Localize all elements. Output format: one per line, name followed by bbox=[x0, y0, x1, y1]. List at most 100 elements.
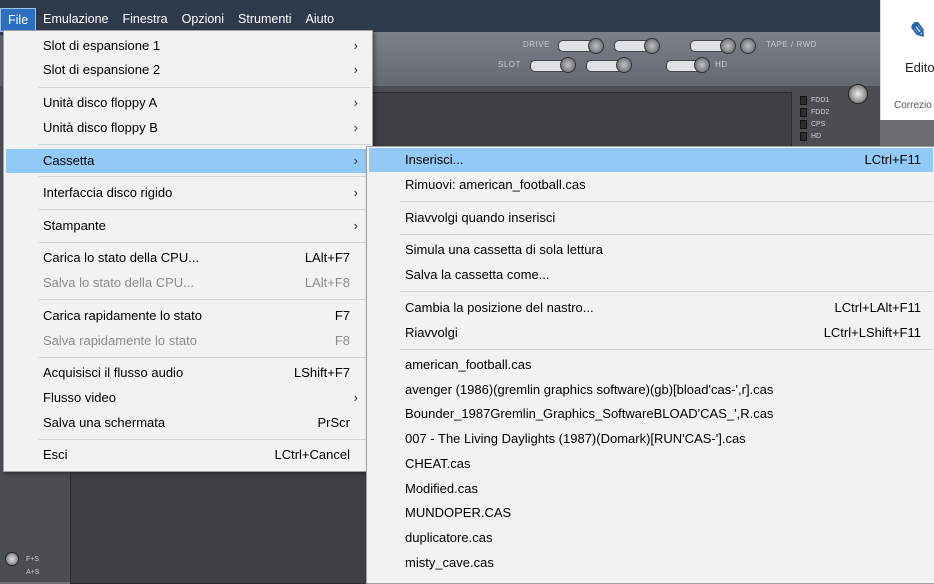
slot-label: SLOT bbox=[498, 60, 521, 69]
menu-item-label: Salva lo stato della CPU... bbox=[43, 275, 195, 290]
drive-b-knob[interactable] bbox=[644, 38, 660, 54]
recent-file-item[interactable]: Bounder_1987Gremlin_Graphics_SoftwareBLO… bbox=[369, 402, 933, 426]
menu-item-read-only[interactable]: Simula una cassetta di sola lettura bbox=[369, 238, 933, 262]
recent-file-item[interactable]: Modified.cas bbox=[369, 477, 933, 501]
menu-item-label: avenger (1986)(gremlin graphics software… bbox=[405, 382, 774, 397]
led-indicator bbox=[800, 107, 807, 117]
chevron-right-icon: › bbox=[353, 62, 358, 77]
menu-item-shortcut: LCtrl+LAlt+F11 bbox=[834, 300, 921, 315]
menu-item-capture-audio[interactable]: Acquisisci il flusso audio LShift+F7 bbox=[6, 361, 370, 385]
menu-separator bbox=[39, 299, 370, 300]
correction-label: Correzio bbox=[894, 100, 932, 111]
menu-item-floppy-b[interactable]: Unità disco floppy B › bbox=[6, 116, 370, 140]
menu-opzioni[interactable]: Opzioni bbox=[175, 8, 231, 30]
menu-item-cassette[interactable]: Cassetta › bbox=[6, 149, 370, 173]
editor-icon[interactable]: ✎ bbox=[907, 18, 925, 44]
menu-item-label: Rimuovi: american_football.cas bbox=[405, 177, 586, 192]
menu-item-remove[interactable]: Rimuovi: american_football.cas bbox=[369, 173, 933, 197]
menu-item-save-cpu-state: Salva lo stato della CPU... LAlt+F8 bbox=[6, 271, 370, 295]
recent-file-item[interactable]: 007 - The Living Daylights (1987)(Domark… bbox=[369, 427, 933, 451]
recent-file-item[interactable]: american_football.cas bbox=[369, 353, 933, 377]
power-knob-icon[interactable] bbox=[848, 84, 868, 104]
menu-item-save-cassette-as[interactable]: Salva la cassetta come... bbox=[369, 263, 933, 287]
menu-separator bbox=[400, 291, 933, 292]
menu-item-label: Esci bbox=[43, 447, 68, 462]
menu-file[interactable]: File bbox=[0, 8, 37, 32]
file-menu: Slot di espansione 1 › Slot di espansion… bbox=[3, 30, 373, 472]
menu-emulazione[interactable]: Emulazione bbox=[36, 8, 115, 30]
menu-item-label: Unità disco floppy A bbox=[43, 95, 158, 110]
menu-separator bbox=[39, 242, 370, 243]
recent-file-item[interactable]: avenger (1986)(gremlin graphics software… bbox=[369, 378, 933, 402]
menu-item-shortcut: LAlt+F7 bbox=[304, 250, 350, 265]
menu-item-label: misty_cave.cas bbox=[405, 555, 494, 570]
cassette-submenu: Inserisci... LCtrl+F11 Rimuovi: american… bbox=[366, 146, 934, 584]
menu-item-shortcut: F8 bbox=[334, 333, 350, 348]
menu-item-label: duplicatore.cas bbox=[405, 530, 493, 545]
menu-item-quick-load-state[interactable]: Carica rapidamente lo stato F7 bbox=[6, 304, 370, 328]
menu-separator bbox=[39, 209, 370, 210]
menu-item-rewind-on-insert[interactable]: Riavvolgi quando inserisci bbox=[369, 206, 933, 230]
led-indicator bbox=[800, 119, 807, 129]
drive-a-knob[interactable] bbox=[588, 38, 604, 54]
menu-item-label: Interfaccia disco rigido bbox=[43, 185, 173, 200]
recent-file-item[interactable]: duplicatore.cas bbox=[369, 526, 933, 550]
recent-file-item[interactable]: CHEAT.cas bbox=[369, 452, 933, 476]
menu-item-label: MUNDOPER.CAS bbox=[405, 505, 512, 520]
menu-strumenti[interactable]: Strumenti bbox=[231, 8, 299, 30]
menu-item-label: Salva una schermata bbox=[43, 415, 166, 430]
menu-item-hard-disk-interface[interactable]: Interfaccia disco rigido › bbox=[6, 181, 370, 205]
menu-item-tape-position[interactable]: Cambia la posizione del nastro... LCtrl+… bbox=[369, 296, 933, 320]
menu-item-shortcut: LCtrl+F11 bbox=[864, 152, 921, 167]
menu-item-label: CHEAT.cas bbox=[405, 456, 471, 471]
menu-item-label: Slot di espansione 1 bbox=[43, 38, 161, 53]
bottom-led-label: A+S bbox=[26, 569, 40, 576]
menu-item-label: Cassetta bbox=[43, 153, 95, 168]
menu-item-label: Riavvolgi quando inserisci bbox=[405, 210, 556, 225]
chevron-right-icon: › bbox=[353, 120, 358, 135]
menu-item-label: Acquisisci il flusso audio bbox=[43, 365, 184, 380]
menu-item-expansion-slot-1[interactable]: Slot di espansione 1 › bbox=[6, 34, 370, 58]
menu-item-quick-save-state: Salva rapidamente lo stato F8 bbox=[6, 329, 370, 353]
slot-1-knob[interactable] bbox=[560, 57, 576, 73]
ribbon-fragment: ✎ Edito Correzio bbox=[880, 0, 934, 120]
menu-item-label: Carica rapidamente lo stato bbox=[43, 308, 202, 323]
menu-separator bbox=[39, 87, 370, 88]
volume-knob-icon[interactable] bbox=[5, 552, 19, 566]
bottom-led-label: F+S bbox=[26, 556, 40, 563]
menu-item-shortcut: LAlt+F8 bbox=[304, 275, 350, 290]
tape-knob-1[interactable] bbox=[720, 38, 736, 54]
menu-item-video-stream[interactable]: Flusso video › bbox=[6, 386, 370, 410]
editor-label[interactable]: Edito bbox=[905, 60, 934, 75]
menu-item-shortcut: PrScr bbox=[317, 415, 351, 430]
recent-file-item[interactable]: misty_cave.cas bbox=[369, 551, 933, 575]
menu-item-label: Bounder_1987Gremlin_Graphics_SoftwareBLO… bbox=[405, 406, 774, 421]
menu-item-save-screenshot[interactable]: Salva una schermata PrScr bbox=[6, 411, 370, 435]
tape-knob-2[interactable] bbox=[740, 38, 756, 54]
menu-item-label: Stampante bbox=[43, 218, 106, 233]
menu-item-printer[interactable]: Stampante › bbox=[6, 214, 370, 238]
menu-item-expansion-slot-2[interactable]: Slot di espansione 2 › bbox=[6, 58, 370, 82]
menu-item-insert[interactable]: Inserisci... LCtrl+F11 bbox=[369, 148, 933, 172]
status-leds: FDD1 FDD2 CPS HD bbox=[800, 94, 829, 142]
menu-separator bbox=[39, 176, 370, 177]
menu-item-exit[interactable]: Esci LCtrl+Cancel bbox=[6, 443, 370, 467]
recent-file-item[interactable]: MUNDOPER.CAS bbox=[369, 501, 933, 525]
menu-item-label: Riavvolgi bbox=[405, 325, 458, 340]
menu-item-floppy-a[interactable]: Unità disco floppy A › bbox=[6, 91, 370, 115]
menu-aiuto[interactable]: Aiuto bbox=[299, 8, 342, 30]
menu-separator bbox=[39, 144, 370, 145]
menu-item-shortcut: LCtrl+Cancel bbox=[274, 447, 350, 462]
menu-item-label: Salva la cassetta come... bbox=[405, 267, 550, 282]
menu-item-label: american_football.cas bbox=[405, 357, 532, 372]
menu-item-rewind[interactable]: Riavvolgi LCtrl+LShift+F11 bbox=[369, 321, 933, 345]
menu-item-label: Simula una cassetta di sola lettura bbox=[405, 242, 603, 257]
menu-item-label: Cambia la posizione del nastro... bbox=[405, 300, 594, 315]
chevron-right-icon: › bbox=[353, 390, 358, 405]
menu-separator bbox=[400, 201, 933, 202]
slot-2-knob[interactable] bbox=[616, 57, 632, 73]
led-label: HD bbox=[811, 132, 822, 140]
menu-finestra[interactable]: Finestra bbox=[115, 8, 174, 30]
menu-item-load-cpu-state[interactable]: Carica lo stato della CPU... LAlt+F7 bbox=[6, 246, 370, 270]
hd-knob[interactable] bbox=[694, 57, 710, 73]
